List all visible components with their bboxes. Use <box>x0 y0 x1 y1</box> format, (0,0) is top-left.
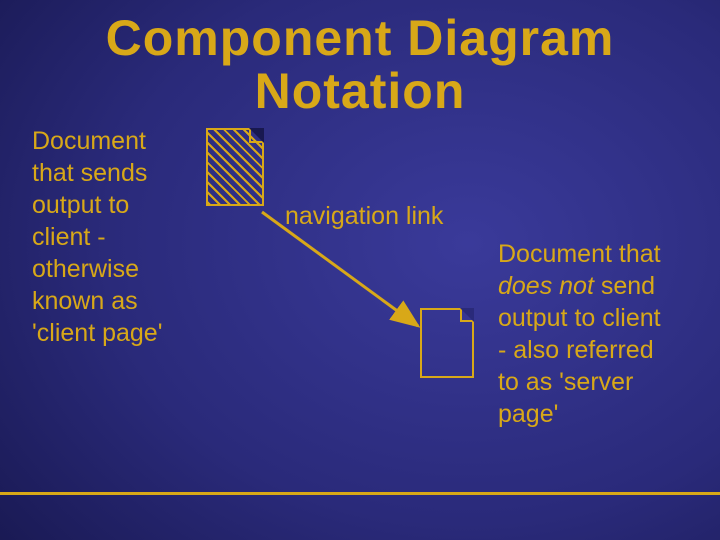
slide-title: Component Diagram Notation <box>0 12 720 117</box>
footer-rule <box>0 492 720 495</box>
server-page-document-icon <box>420 308 474 378</box>
navigation-link-label: navigation link <box>285 202 443 231</box>
title-line-1: Component Diagram <box>106 10 615 66</box>
client-page-caption: Document that sends output to client - o… <box>32 125 202 349</box>
client-page-document-icon <box>206 128 264 206</box>
server-page-caption: Document that does not send output to cl… <box>498 238 698 430</box>
title-line-2: Notation <box>255 63 466 119</box>
